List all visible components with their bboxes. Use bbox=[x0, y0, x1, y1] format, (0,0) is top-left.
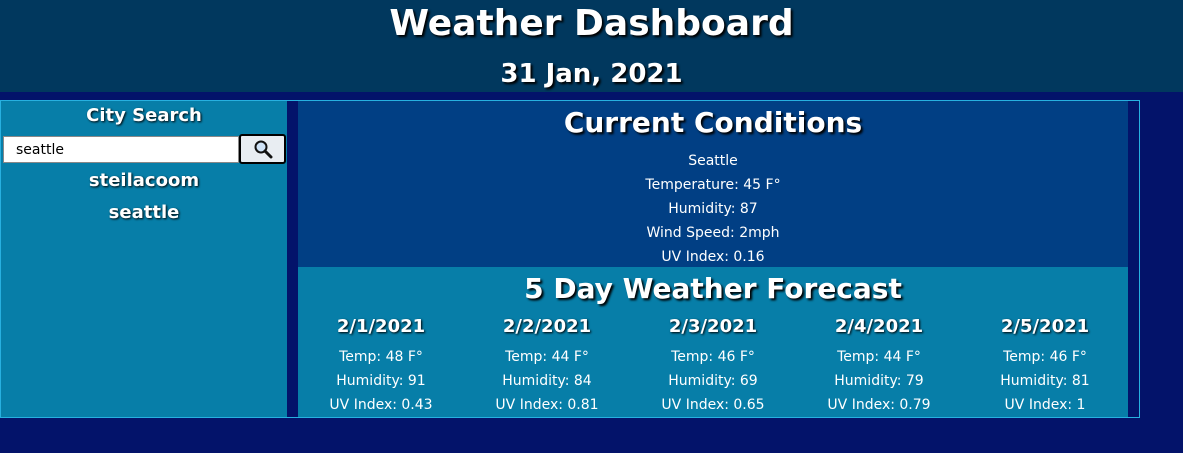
history-item-seattle[interactable]: seattle bbox=[1, 197, 287, 229]
forecast-day-uv: UV Index: 1 bbox=[1004, 397, 1086, 413]
current-uv-index: UV Index: 0.16 bbox=[661, 249, 765, 265]
forecast-title: 5 Day Weather Forecast bbox=[524, 272, 902, 305]
forecast-days: 2/1/2021 Temp: 48 F° Humidity: 91 UV Ind… bbox=[298, 314, 1128, 417]
forecast-day-temp: Temp: 48 F° bbox=[339, 349, 423, 365]
forecast-day-temp: Temp: 46 F° bbox=[1003, 349, 1087, 365]
forecast-day-humidity: Humidity: 79 bbox=[834, 373, 924, 389]
current-city: Seattle bbox=[688, 153, 738, 169]
forecast-day-temp: Temp: 44 F° bbox=[505, 349, 589, 365]
forecast-day-card: 2/5/2021 Temp: 46 F° Humidity: 81 UV Ind… bbox=[962, 314, 1128, 417]
forecast-day-uv: UV Index: 0.43 bbox=[329, 397, 433, 413]
forecast-day-date: 2/4/2021 bbox=[834, 316, 924, 337]
forecast-day-uv: UV Index: 0.79 bbox=[827, 397, 931, 413]
city-search-title: City Search bbox=[86, 105, 202, 126]
city-search-panel: City Search steilacoom seattle bbox=[1, 101, 287, 417]
magnifier-icon bbox=[254, 140, 272, 159]
current-conditions-details: Seattle Temperature: 45 F° Humidity: 87 … bbox=[298, 149, 1128, 269]
city-search-input[interactable] bbox=[3, 136, 239, 163]
forecast-day-humidity: Humidity: 69 bbox=[668, 373, 758, 389]
forecast-day-date: 2/5/2021 bbox=[1000, 316, 1090, 337]
forecast-day-card: 2/3/2021 Temp: 46 F° Humidity: 69 UV Ind… bbox=[630, 314, 796, 417]
forecast-day-humidity: Humidity: 81 bbox=[1000, 373, 1090, 389]
history-item-steilacoom[interactable]: steilacoom bbox=[1, 165, 287, 197]
forecast-day-card: 2/4/2021 Temp: 44 F° Humidity: 79 UV Ind… bbox=[796, 314, 962, 417]
current-date: 31 Jan, 2021 bbox=[500, 59, 683, 89]
forecast-day-date: 2/1/2021 bbox=[336, 316, 426, 337]
current-conditions-title: Current Conditions bbox=[563, 106, 863, 139]
page-header: Weather Dashboard 31 Jan, 2021 bbox=[0, 0, 1183, 92]
app-title: Weather Dashboard bbox=[389, 3, 794, 44]
forecast-panel: 5 Day Weather Forecast 2/1/2021 Temp: 48… bbox=[298, 267, 1128, 417]
forecast-day-temp: Temp: 44 F° bbox=[837, 349, 921, 365]
current-temperature: Temperature: 45 F° bbox=[645, 177, 781, 193]
forecast-day-card: 2/2/2021 Temp: 44 F° Humidity: 84 UV Ind… bbox=[464, 314, 630, 417]
forecast-day-uv: UV Index: 0.65 bbox=[661, 397, 765, 413]
current-humidity: Humidity: 87 bbox=[668, 201, 758, 217]
forecast-day-humidity: Humidity: 84 bbox=[502, 373, 592, 389]
forecast-day-humidity: Humidity: 91 bbox=[336, 373, 426, 389]
forecast-day-card: 2/1/2021 Temp: 48 F° Humidity: 91 UV Ind… bbox=[298, 314, 464, 417]
forecast-day-uv: UV Index: 0.81 bbox=[495, 397, 599, 413]
forecast-day-temp: Temp: 46 F° bbox=[671, 349, 755, 365]
forecast-day-date: 2/3/2021 bbox=[668, 316, 758, 337]
dashboard-container: City Search steilacoom seattle Current C… bbox=[0, 100, 1140, 418]
current-conditions-panel: Current Conditions Seattle Temperature: … bbox=[298, 101, 1128, 267]
forecast-day-date: 2/2/2021 bbox=[502, 316, 592, 337]
search-history-list: steilacoom seattle bbox=[1, 165, 287, 229]
current-wind-speed: Wind Speed: 2mph bbox=[646, 225, 780, 241]
search-button[interactable] bbox=[239, 134, 286, 164]
